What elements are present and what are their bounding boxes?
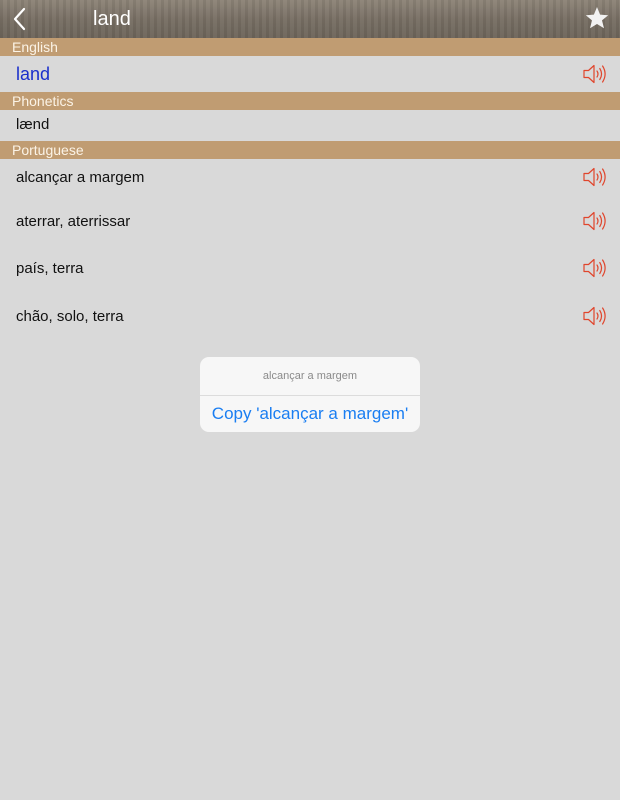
translation-row[interactable]: alcançar a margem xyxy=(0,159,620,199)
speak-headword-button[interactable] xyxy=(582,61,608,87)
speaker-icon xyxy=(583,167,606,187)
translation-text: país, terra xyxy=(16,260,84,277)
nav-bar: land xyxy=(0,0,620,38)
chevron-left-icon xyxy=(13,7,26,31)
speaker-icon xyxy=(583,306,606,326)
section-header-portuguese: Portuguese xyxy=(0,141,620,159)
nav-title: land xyxy=(93,8,131,30)
copy-button[interactable]: Copy 'alcançar a margem' xyxy=(200,396,420,432)
speak-translation-button[interactable] xyxy=(582,208,608,234)
section-header-english: English xyxy=(0,38,620,56)
translation-row[interactable]: país, terra xyxy=(0,250,620,290)
speaker-icon xyxy=(583,211,606,231)
headword-row: land xyxy=(0,56,620,92)
speak-translation-button[interactable] xyxy=(582,255,608,281)
speaker-icon xyxy=(583,258,606,278)
translation-text: alcançar a margem xyxy=(16,169,145,186)
back-button[interactable] xyxy=(8,4,36,34)
speak-translation-button[interactable] xyxy=(582,303,608,329)
translation-text: aterrar, aterrissar xyxy=(16,213,131,230)
translation-text: chão, solo, terra xyxy=(16,308,124,325)
favorite-button[interactable] xyxy=(584,5,610,31)
speak-translation-button[interactable] xyxy=(582,164,608,190)
phonetic-row: lænd xyxy=(0,110,620,141)
star-icon xyxy=(585,7,609,29)
popup-title: alcançar a margem xyxy=(200,357,420,396)
section-header-phonetics: Phonetics xyxy=(0,92,620,110)
headword: land xyxy=(16,64,51,84)
copy-popup: alcançar a margem Copy 'alcançar a marge… xyxy=(200,357,420,432)
phonetic-text: lænd xyxy=(16,116,50,133)
speaker-icon xyxy=(583,64,606,84)
translation-row[interactable]: chão, solo, terra xyxy=(0,298,620,338)
translation-row[interactable]: aterrar, aterrissar xyxy=(0,203,620,243)
